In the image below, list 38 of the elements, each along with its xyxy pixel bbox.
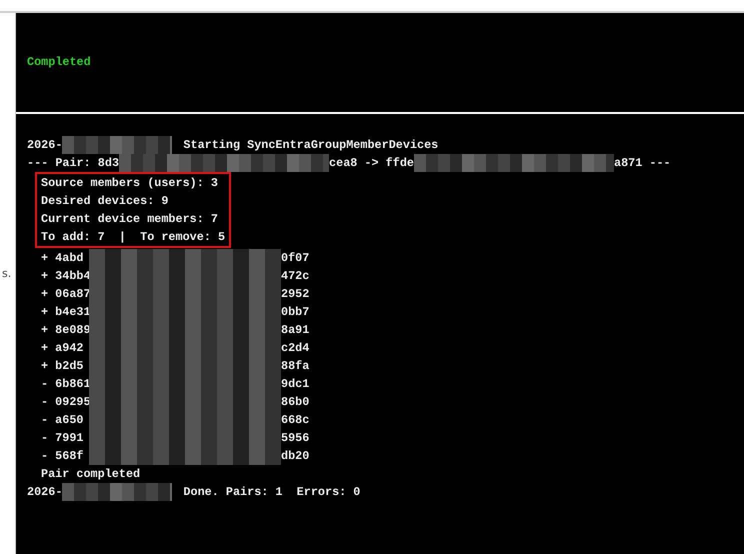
log-text: + a942 bbox=[41, 340, 84, 357]
log-text: + 8e089 bbox=[41, 322, 89, 339]
log-text: + b4e31 bbox=[41, 304, 89, 321]
log-text: db20 bbox=[281, 448, 310, 465]
log-text: 0f07 bbox=[281, 250, 310, 267]
log-text: 5956 bbox=[281, 430, 310, 447]
log-text: + 4abd bbox=[41, 250, 84, 267]
log-text: Current device members: 7 bbox=[41, 212, 218, 226]
status-text: Completed bbox=[27, 55, 91, 69]
log-text: Pair completed bbox=[41, 467, 140, 481]
log-text: - a650 bbox=[41, 412, 84, 429]
log-text: 86b0 bbox=[281, 394, 310, 411]
log-text: a871 --- bbox=[614, 155, 671, 172]
log-text: + b2d5 bbox=[41, 358, 84, 375]
log-text: 2026- bbox=[27, 137, 62, 154]
log-text: + 34bb4 bbox=[41, 268, 89, 285]
log-text: 9dc1 bbox=[281, 376, 310, 393]
log-text: To add: 7 | To remove: 5 bbox=[41, 230, 226, 244]
log-text: 0bb7 bbox=[281, 304, 310, 321]
log-text: - 6b861 bbox=[41, 376, 89, 393]
log-text: 668c bbox=[281, 412, 310, 429]
log-text: 2952 bbox=[281, 286, 310, 303]
page-text-fragment: s. bbox=[2, 267, 12, 280]
log-text: 88fa bbox=[281, 358, 310, 375]
log-text: 2026- bbox=[27, 484, 62, 501]
log-text: - 09295 bbox=[41, 394, 89, 411]
log-text: + 06a87 bbox=[41, 286, 89, 303]
log-text: --- Pair: 8d3 bbox=[27, 155, 120, 172]
log-text: Done. Pairs: 1 Errors: 0 bbox=[183, 484, 360, 501]
log-text: Source members (users): 3 bbox=[41, 176, 218, 190]
log-text: - 568f bbox=[41, 448, 84, 465]
log-text: 8a91 bbox=[281, 322, 310, 339]
log-text: - 7991 bbox=[41, 430, 84, 447]
log-text: cea8 -> ffde bbox=[329, 155, 414, 172]
log-text: Starting SyncEntraGroupMemberDevices bbox=[183, 137, 438, 154]
log-text: c2d4 bbox=[281, 340, 310, 357]
log-text: Desired devices: 9 bbox=[41, 194, 168, 208]
log-text: 472c bbox=[281, 268, 310, 285]
